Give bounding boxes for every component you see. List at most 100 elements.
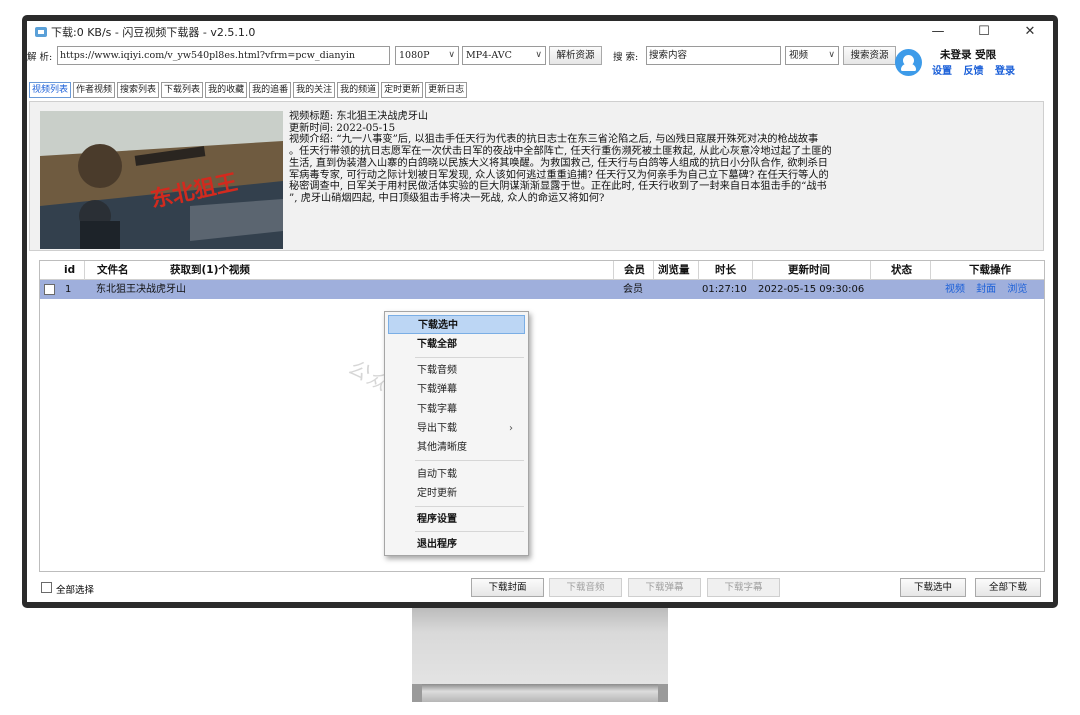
menu-export-download-label: 导出下载: [417, 423, 457, 434]
quality-select[interactable]: 1080P ∨: [395, 46, 459, 65]
video-table: id 文件名 获取到(1)个视频 会员 浏览量 时长 更新时间 状态 下载操作 …: [39, 260, 1045, 572]
video-intro-line: 视频介绍: “九一八事变”后, 以狙击手任天行为代表的抗日志士在东三省沦陷之后,…: [289, 134, 819, 146]
video-info-panel: 东北狙王 视频标题: 东北狙王决战虎牙山 更新时间: 2022-05-15 视频…: [29, 101, 1044, 251]
video-intro-line: ”, 虎牙山硝烟四起, 中日顶级狙击手将决一死战, 众人的命运又将如何?: [289, 192, 605, 204]
monitor-frame: 下载:0 KB/s - 闪豆视频下载器 - v2.5.1.0 — ☐ ✕ 解 析…: [22, 15, 1058, 608]
video-intro-line: 。任天行带领的抗日志愿军在一次伏击日军的夜战中全部阵亡, 任天行重伤濒死被土匪救…: [289, 146, 832, 158]
menu-separator: [415, 357, 524, 358]
row-updated: 2022-05-15 09:30:06: [758, 284, 865, 295]
menu-other-quality[interactable]: 其他清晰度: [388, 438, 525, 457]
tab-video-list[interactable]: 视频列表: [29, 82, 72, 98]
col-id[interactable]: id: [64, 261, 75, 280]
tab-author-videos[interactable]: 作者视频: [73, 82, 116, 98]
menu-scheduled-update[interactable]: 定时更新: [388, 484, 525, 503]
avatar[interactable]: [895, 49, 922, 76]
row-filename: 东北狙王决战虎牙山: [96, 284, 186, 295]
menu-program-settings[interactable]: 程序设置: [388, 510, 525, 529]
chevron-down-icon: ∨: [448, 50, 455, 60]
login-link[interactable]: 登录: [995, 66, 1015, 77]
video-intro-line: 秘密调查中, 日军关于用村民做活体实验的巨大阴谋渐渐显露于世。正在此时, 任天行…: [289, 181, 827, 193]
minimize-button[interactable]: —: [915, 21, 961, 43]
tab-bar: 视频列表 作者视频 搜索列表 下载列表 我的收藏 我的追番 我的关注 我的频道 …: [29, 82, 469, 98]
row-id: 1: [65, 284, 72, 295]
search-type-value: 视频: [789, 50, 809, 61]
user-links: 设置 反馈 登录: [932, 62, 1023, 77]
chevron-down-icon: ∨: [828, 50, 835, 60]
menu-export-download[interactable]: 导出下载 ›: [388, 419, 525, 438]
tab-search-list[interactable]: 搜索列表: [117, 82, 160, 98]
menu-exit[interactable]: 退出程序: [388, 535, 525, 554]
col-actions: 下载操作: [930, 261, 1042, 280]
download-video-link[interactable]: 视频: [945, 284, 965, 295]
monitor-stand: [412, 608, 668, 688]
menu-separator: [415, 506, 524, 507]
menu-download-audio[interactable]: 下载音频: [388, 361, 525, 380]
col-status[interactable]: 状态: [870, 261, 930, 280]
title-bar: 下载:0 KB/s - 闪豆视频下载器 - v2.5.1.0 — ☐ ✕: [27, 21, 1053, 43]
download-cover-button[interactable]: 下载封面: [471, 578, 544, 597]
search-label: 搜 索:: [613, 52, 639, 63]
download-danmaku-button[interactable]: 下载弹幕: [628, 578, 701, 597]
col-filename[interactable]: 文件名: [84, 261, 129, 280]
context-menu: 下载选中 下载全部 下载音频 下载弹幕 下载字幕 导出下载 › 其他清晰度 自动…: [384, 311, 529, 556]
feedback-link[interactable]: 反馈: [963, 66, 983, 77]
login-status: 未登录 受限: [940, 49, 997, 61]
menu-separator: [415, 460, 524, 461]
tab-following-series[interactable]: 我的追番: [249, 82, 292, 98]
monitor-stand-base: [412, 684, 668, 702]
download-all-button[interactable]: 全部下载: [975, 578, 1041, 597]
row-actions: 视频 封面 浏览: [945, 280, 1035, 299]
search-type-select[interactable]: 视频 ∨: [785, 46, 839, 65]
chevron-right-icon: ›: [509, 423, 513, 434]
url-input[interactable]: https://www.iqiyi.com/v_yw540pl8es.html?…: [57, 46, 390, 65]
tab-channels[interactable]: 我的频道: [337, 82, 380, 98]
app-logo-icon: [35, 27, 47, 37]
format-value: MP4-AVC: [466, 50, 512, 61]
download-subtitle-button[interactable]: 下载字幕: [707, 578, 780, 597]
parse-button[interactable]: 解析资源: [549, 46, 602, 65]
browse-link[interactable]: 浏览: [1007, 284, 1027, 295]
row-duration: 01:27:10: [702, 284, 747, 295]
tab-scheduled-update[interactable]: 定时更新: [381, 82, 424, 98]
menu-separator: [415, 531, 524, 532]
window-title: 下载:0 KB/s - 闪豆视频下载器 - v2.5.1.0: [51, 26, 256, 39]
col-member[interactable]: 会员: [613, 261, 653, 280]
tab-changelog[interactable]: 更新日志: [425, 82, 468, 98]
close-button[interactable]: ✕: [1007, 21, 1053, 43]
tab-download-list[interactable]: 下载列表: [161, 82, 204, 98]
search-input[interactable]: 搜索内容: [646, 46, 781, 65]
menu-download-subtitle[interactable]: 下载字幕: [388, 400, 525, 419]
video-update-time: 更新时间: 2022-05-15: [289, 122, 396, 134]
tab-favorites[interactable]: 我的收藏: [205, 82, 248, 98]
maximize-button[interactable]: ☐: [961, 21, 1007, 43]
menu-auto-download[interactable]: 自动下载: [388, 465, 525, 484]
bottom-toolbar: 全部选择 下载封面 下载音频 下载弹幕 下载字幕 下载选中 全部下载: [27, 573, 1053, 599]
video-poster: 东北狙王: [40, 111, 283, 249]
download-selected-button[interactable]: 下载选中: [900, 578, 966, 597]
poster-art: 东北狙王: [40, 111, 283, 249]
menu-download-danmaku[interactable]: 下载弹幕: [388, 380, 525, 399]
table-row[interactable]: 1 东北狙王决战虎牙山 会员 01:27:10 2022-05-15 09:30…: [40, 280, 1044, 299]
table-header: id 文件名 获取到(1)个视频 会员 浏览量 时长 更新时间 状态 下载操作: [40, 260, 1044, 280]
settings-link[interactable]: 设置: [932, 66, 952, 77]
select-all-checkbox[interactable]: [41, 582, 52, 593]
quality-value: 1080P: [399, 50, 430, 61]
select-all-label[interactable]: 全部选择: [56, 582, 94, 596]
app-window: 下载:0 KB/s - 闪豆视频下载器 - v2.5.1.0 — ☐ ✕ 解 析…: [27, 21, 1053, 602]
col-count: 获取到(1)个视频: [170, 264, 250, 276]
menu-download-selected[interactable]: 下载选中: [388, 315, 525, 334]
tab-following[interactable]: 我的关注: [293, 82, 336, 98]
download-cover-link[interactable]: 封面: [976, 284, 996, 295]
col-duration[interactable]: 时长: [698, 261, 752, 280]
search-button[interactable]: 搜索资源: [843, 46, 896, 65]
download-audio-button[interactable]: 下载音频: [549, 578, 622, 597]
menu-download-all[interactable]: 下载全部: [388, 335, 525, 354]
video-intro-line: 军病毒专家, 可行动之际计划被日军发现, 众人该如何逃过重重追捕? 任天行又为何…: [289, 169, 829, 181]
col-views[interactable]: 浏览量: [653, 261, 698, 280]
video-title: 视频标题: 东北狙王决战虎牙山: [289, 111, 429, 122]
col-updated[interactable]: 更新时间: [752, 261, 870, 280]
chevron-down-icon: ∨: [535, 50, 542, 60]
video-description: 视频标题: 东北狙王决战虎牙山 更新时间: 2022-05-15 视频介绍: “…: [289, 111, 1029, 205]
format-select[interactable]: MP4-AVC ∨: [462, 46, 546, 65]
row-checkbox[interactable]: [44, 284, 55, 295]
